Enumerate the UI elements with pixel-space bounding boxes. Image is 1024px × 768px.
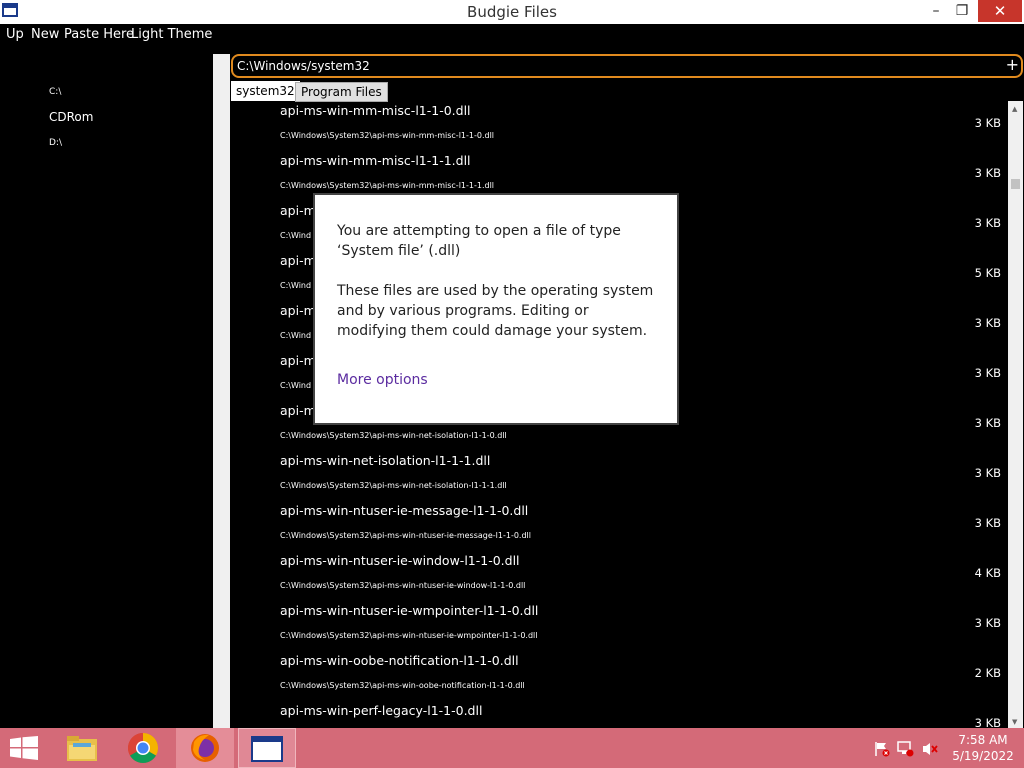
file-size: 3 KB — [974, 416, 1001, 430]
file-name: api-m — [280, 403, 316, 418]
file-row[interactable]: api-ms-win-perf-legacy-l1-1-0.dll 3 KB — [231, 701, 1008, 728]
file-size: 3 KB — [974, 116, 1001, 130]
scroll-thumb[interactable] — [1011, 179, 1020, 189]
chrome-icon — [127, 733, 159, 764]
action-center-flag-icon[interactable] — [874, 741, 890, 757]
file-name: api-ms-win-net-isolation-l1-1-1.dll — [280, 453, 491, 468]
drive-cdrom[interactable]: CDRom — [49, 110, 93, 124]
file-path: C:\Windows\System32\api-ms-win-mm-misc-l… — [280, 181, 495, 190]
window-title: Budgie Files — [467, 3, 557, 21]
warning-message-detail: These files are used by the operating sy… — [337, 283, 654, 339]
drive-d[interactable]: D:\ — [49, 138, 62, 148]
taskbar-clock[interactable]: 7:58 AM 5/19/2022 — [948, 732, 1018, 764]
new-button[interactable]: New — [31, 27, 59, 42]
file-name: api-m — [280, 353, 316, 368]
title-bar: Budgie Files – ❐ ✕ — [0, 0, 1024, 24]
address-bar: + — [231, 54, 1023, 78]
taskbar-firefox[interactable] — [176, 728, 234, 768]
clock-date: 5/19/2022 — [952, 749, 1014, 763]
more-options-link[interactable]: More options — [337, 372, 428, 388]
paste-here-button[interactable]: Paste Here — [64, 27, 134, 42]
file-name: api-ms-win-ntuser-ie-message-l1-1-0.dll — [280, 503, 529, 518]
file-path: C:\Wind — [280, 281, 312, 290]
firefox-icon — [191, 734, 219, 762]
file-size: 4 KB — [974, 566, 1001, 580]
file-size: 3 KB — [974, 216, 1001, 230]
scroll-down-arrow-icon[interactable]: ▼ — [1012, 718, 1017, 726]
warning-message-type: You are attempting to open a file of typ… — [337, 223, 621, 259]
scroll-up-arrow-icon[interactable]: ▲ — [1012, 105, 1017, 113]
taskbar-file-explorer[interactable] — [55, 728, 113, 768]
file-row[interactable]: api-ms-win-ntuser-ie-message-l1-1-0.dll … — [231, 501, 1008, 551]
maximize-button[interactable]: ❐ — [946, 0, 978, 22]
file-size: 3 KB — [974, 716, 1001, 728]
file-size: 3 KB — [974, 366, 1001, 380]
file-path: C:\Wind — [280, 381, 312, 390]
file-explorer-icon — [67, 736, 97, 761]
file-name: api-ms-win-mm-misc-l1-1-1.dll — [280, 153, 471, 168]
tab-system32[interactable]: system32 — [231, 81, 300, 101]
file-size: 3 KB — [974, 166, 1001, 180]
file-size: 2 KB — [974, 666, 1001, 680]
add-tab-button[interactable]: + — [1006, 56, 1019, 74]
taskbar: 7:58 AM 5/19/2022 — [0, 728, 1024, 768]
tab-program-files[interactable]: Program Files — [295, 82, 388, 102]
file-row[interactable]: api-ms-win-ntuser-ie-wmpointer-l1-1-0.dl… — [231, 601, 1008, 651]
file-path: C:\Wind — [280, 231, 312, 240]
drive-c[interactable]: C:\ — [49, 87, 61, 97]
file-size: 3 KB — [974, 316, 1001, 330]
volume-muted-icon[interactable] — [921, 741, 939, 757]
file-path: C:\Windows\System32\api-ms-win-ntuser-ie… — [280, 631, 538, 640]
path-input[interactable] — [237, 57, 977, 75]
file-size: 5 KB — [974, 266, 1001, 280]
file-path: C:\Windows\System32\api-ms-win-mm-misc-l… — [280, 131, 495, 140]
file-row[interactable]: api-ms-win-ntuser-ie-window-l1-1-0.dll C… — [231, 551, 1008, 601]
close-button[interactable]: ✕ — [978, 0, 1022, 22]
file-name: api-m — [280, 303, 316, 318]
file-name: api-ms-win-ntuser-ie-window-l1-1-0.dll — [280, 553, 520, 568]
file-row[interactable]: api-ms-win-net-isolation-l1-1-1.dll C:\W… — [231, 451, 1008, 501]
file-path: C:\Windows\System32\api-ms-win-net-isola… — [280, 481, 507, 490]
light-theme-button[interactable]: Light Theme — [131, 27, 212, 42]
file-path: C:\Windows\System32\api-ms-win-net-isola… — [280, 431, 507, 440]
file-list-scrollbar[interactable]: ▲ ▼ — [1008, 101, 1023, 728]
file-row[interactable]: api-ms-win-mm-misc-l1-1-0.dll C:\Windows… — [231, 101, 1008, 151]
budgie-files-icon — [251, 736, 283, 762]
file-size: 3 KB — [974, 466, 1001, 480]
file-path: C:\Windows\System32\api-ms-win-oobe-noti… — [280, 681, 525, 690]
file-name: api-ms-win-perf-legacy-l1-1-0.dll — [280, 703, 483, 718]
file-name: api-ms-win-mm-misc-l1-1-0.dll — [280, 103, 471, 118]
file-path: C:\Wind — [280, 331, 312, 340]
file-name: api-ms-win-oobe-notification-l1-1-0.dll — [280, 653, 519, 668]
file-name: api-ms-win-ntuser-ie-wmpointer-l1-1-0.dl… — [280, 603, 539, 618]
file-name: api-m — [280, 203, 316, 218]
taskbar-budgie-files[interactable] — [238, 728, 296, 768]
start-button[interactable] — [0, 728, 58, 768]
taskbar-chrome[interactable] — [114, 728, 172, 768]
sidebar-scrollbar[interactable] — [213, 54, 230, 728]
file-path: C:\Windows\System32\api-ms-win-ntuser-ie… — [280, 581, 526, 590]
file-row[interactable]: api-ms-win-oobe-notification-l1-1-0.dll … — [231, 651, 1008, 701]
file-type-warning-dialog: You are attempting to open a file of typ… — [313, 193, 679, 425]
clock-time: 7:58 AM — [958, 733, 1008, 747]
windows-logo-icon — [10, 736, 38, 760]
file-path: C:\Windows\System32\api-ms-win-ntuser-ie… — [280, 531, 531, 540]
file-size: 3 KB — [974, 616, 1001, 630]
up-button[interactable]: Up — [6, 27, 24, 42]
drive-sidebar: C:\ CDRom D:\ — [0, 54, 213, 728]
file-name: api-m — [280, 253, 316, 268]
network-icon[interactable] — [897, 741, 915, 757]
file-size: 3 KB — [974, 516, 1001, 530]
